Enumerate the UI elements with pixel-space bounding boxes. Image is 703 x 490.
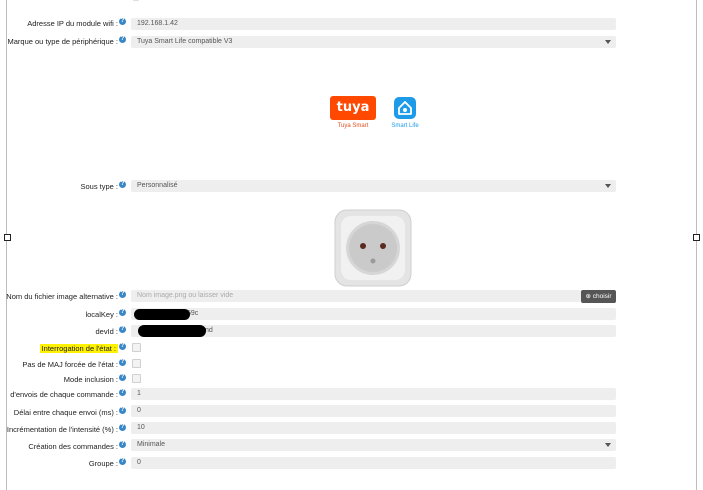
repeat-count-label: d'envois de chaque commande :: [10, 390, 118, 399]
help-icon[interactable]: ?: [119, 407, 126, 414]
tuya-logo: tuya: [330, 96, 376, 120]
tuya-caption: Tuya Smart: [337, 123, 369, 129]
subtype-select-value: Personnalisé: [137, 182, 178, 189]
help-icon[interactable]: ?: [119, 36, 126, 43]
smart-life-caption: Smart Life: [391, 123, 419, 129]
help-icon[interactable]: ?: [119, 326, 126, 333]
ip-label: Adresse IP du module wifi :: [27, 19, 118, 28]
localkey-label: localKey :: [85, 310, 118, 319]
help-icon[interactable]: ?: [119, 389, 126, 396]
chevron-down-icon: [605, 443, 611, 447]
top-partial-row: ...: [7, 0, 696, 8]
plus-circle-icon: ⊕: [585, 293, 591, 300]
help-icon[interactable]: ?: [119, 424, 126, 431]
resize-handle-left[interactable]: [4, 234, 11, 241]
subtype-label: Sous type :: [80, 182, 118, 191]
ip-input[interactable]: 192.168.1.42: [131, 18, 616, 30]
help-icon[interactable]: ?: [119, 458, 126, 465]
smart-plug-image: [333, 208, 413, 288]
poll-state-checkbox[interactable]: [132, 343, 141, 352]
command-creation-label: Création des commandes :: [28, 442, 118, 451]
chevron-down-icon: [605, 184, 611, 188]
no-forced-update-checkbox[interactable]: [132, 359, 141, 368]
help-icon[interactable]: ?: [119, 359, 126, 366]
resize-handle-right[interactable]: [693, 234, 700, 241]
command-creation-select[interactable]: Minimale: [131, 439, 616, 451]
image-file-label: Nom du fichier image alternative :: [6, 292, 118, 301]
brand-select-value: Tuya Smart Life compatible V3: [137, 38, 233, 45]
no-forced-update-label: Pas de MAJ forcée de l'état :: [22, 360, 118, 369]
devid-visible-suffix: nd: [205, 327, 213, 334]
inclusion-mode-label: Mode inclusion :: [63, 375, 118, 384]
image-file-input[interactable]: Nom image.png ou laisser vide: [131, 290, 581, 302]
redaction-mark: [134, 309, 190, 320]
chevron-down-icon: [605, 40, 611, 44]
devid-label: devId :: [95, 327, 118, 336]
choose-file-label: choisir: [592, 293, 612, 300]
repeat-count-input[interactable]: 1: [131, 388, 616, 400]
poll-state-label-text: Interrogation de l'état :: [39, 344, 118, 353]
group-label: Groupe :: [88, 459, 118, 468]
command-creation-value: Minimale: [137, 441, 166, 448]
help-icon[interactable]: ?: [119, 343, 126, 350]
intensity-increment-label: Incrémentation de l'intensité (%) :: [6, 425, 118, 434]
help-icon[interactable]: ?: [119, 291, 126, 298]
help-icon[interactable]: ?: [119, 374, 126, 381]
frame-left-border: [6, 0, 7, 490]
localkey-input[interactable]: 59c: [131, 308, 616, 320]
frame-right-border: [696, 0, 697, 490]
help-icon[interactable]: ?: [119, 18, 126, 25]
intensity-increment-input[interactable]: 10: [131, 422, 616, 434]
inclusion-mode-checkbox[interactable]: [132, 374, 141, 383]
help-icon[interactable]: ?: [119, 181, 126, 188]
subtype-select[interactable]: Personnalisé: [131, 180, 616, 192]
choose-file-button[interactable]: ⊕ choisir: [581, 290, 616, 303]
send-delay-input[interactable]: 0: [131, 405, 616, 417]
send-delay-label: Délai entre chaque envoi (ms) :: [13, 408, 118, 417]
help-icon[interactable]: ?: [119, 441, 126, 448]
redaction-mark: [138, 325, 206, 337]
smart-life-logo: [394, 97, 416, 119]
brand-label: Marque ou type de périphérique :: [7, 37, 119, 46]
group-input[interactable]: 0: [131, 457, 616, 469]
brand-select[interactable]: Tuya Smart Life compatible V3: [131, 36, 616, 48]
poll-state-label: Interrogation de l'état :: [39, 344, 118, 353]
help-icon[interactable]: ?: [119, 309, 126, 316]
